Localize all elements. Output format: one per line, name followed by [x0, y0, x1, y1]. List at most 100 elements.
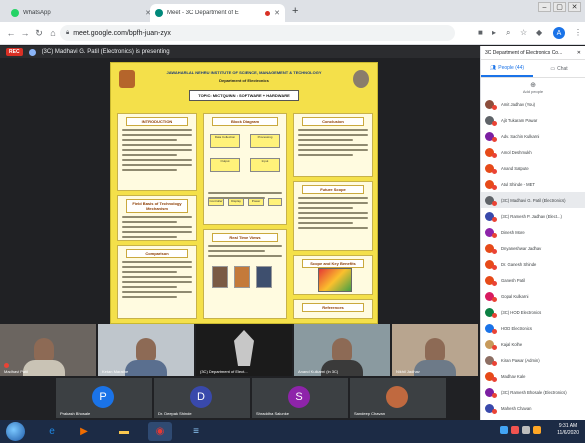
participant-name: (3C) Madhavi G. Patil (Electronics) — [501, 197, 566, 203]
participant-name: Shraddha Salunke — [256, 411, 289, 416]
participant-tile[interactable]: Sandeep Chavan — [350, 378, 446, 418]
participant-list-item[interactable]: (3C) Ramesh P. Jadhav (Elect...) — [481, 208, 585, 224]
participant-list-item[interactable]: (3C) Madhavi G. Patil (Electronics) — [481, 192, 585, 208]
participant-list-item[interactable]: Adv. Sachin Kulkarni — [481, 128, 585, 144]
antivirus-icon[interactable] — [511, 426, 519, 434]
add-people-button[interactable]: ⊕ Add people — [481, 78, 585, 96]
participant-name: Amit Jadhav (You) — [501, 101, 536, 107]
profile-avatar[interactable]: A — [553, 27, 565, 39]
participant-name: Anand Kulkarni (in 3C) — [298, 369, 339, 374]
participant-list-item[interactable]: Dr. Ganesh Shinde — [481, 256, 585, 272]
mic-off-icon — [492, 296, 497, 302]
star-icon[interactable]: ☆ — [520, 28, 527, 37]
participant-tile[interactable]: (3C) Department of Elect... — [196, 324, 292, 376]
participant-list-item[interactable]: Anand Satpute — [481, 160, 585, 176]
participant-tile[interactable]: Nikhil Jadhav — [392, 324, 478, 376]
participant-name: Kiran Pawar (Admin) — [501, 357, 540, 363]
folder-icon[interactable]: ▬ — [112, 422, 136, 441]
mic-off-icon — [492, 328, 497, 334]
participant-name: Kajal Kolhe — [501, 341, 523, 347]
rec-badge: REC — [6, 48, 23, 56]
chrome-icon[interactable]: ◉ — [148, 422, 172, 441]
participant-list-item[interactable]: Kiran Pawar (Admin) — [481, 352, 585, 368]
start-button[interactable] — [6, 422, 25, 441]
volume-icon[interactable] — [522, 426, 530, 434]
close-icon[interactable]: ✕ — [274, 9, 280, 17]
benefits-image — [318, 268, 352, 292]
participant-name: (3C) HOD Electronics — [501, 309, 542, 315]
participant-list-item[interactable]: (3C) HOD Electronics — [481, 304, 585, 320]
camera-icon[interactable]: ■ — [478, 28, 483, 37]
tab-chat[interactable]: ▭ Chat — [533, 60, 585, 77]
meet-icon — [155, 9, 163, 17]
mic-off-icon — [492, 184, 497, 190]
ie-icon[interactable]: e — [40, 422, 64, 441]
flow-box — [268, 198, 282, 206]
flow-box: Display — [228, 198, 244, 206]
panel-title: Future Scope — [301, 185, 365, 194]
participant-name: Dnyaneshwar Jadhav — [501, 245, 542, 251]
forward-arrow-icon[interactable]: → — [18, 28, 32, 38]
participant-initial: S — [288, 386, 310, 408]
participant-tile[interactable]: Madhavi Patil — [0, 324, 96, 376]
back-arrow-icon[interactable]: ← — [4, 28, 18, 38]
reload-icon[interactable]: ↻ — [32, 28, 46, 39]
participant-list-item[interactable]: Amit Jadhav (You) — [481, 96, 585, 112]
flag-icon[interactable] — [533, 426, 541, 434]
slide-department: Department of Electronics — [219, 78, 269, 83]
url-input[interactable]: 🔒︎ meet.google.com/bpfh-juan-zyx — [60, 25, 455, 41]
participant-name: Prakash Bhosale — [60, 411, 91, 416]
tab-meet[interactable]: Meet - 3C Department of E ✕ — [150, 4, 285, 22]
add-person-icon: ⊕ — [530, 81, 536, 89]
clock-date: 11/6/2020 — [557, 430, 579, 436]
network-icon[interactable] — [500, 426, 508, 434]
minimize-button[interactable]: – — [538, 2, 551, 12]
participant-list-item[interactable]: Mahesh Chavan — [481, 400, 585, 416]
participant-list-item[interactable]: (3C) Ramesh Bhosale (Electronics) — [481, 384, 585, 400]
participant-list-item[interactable]: Dinesh More — [481, 224, 585, 240]
participant-tile[interactable]: Ketan Marathe — [98, 324, 194, 376]
extension-icon[interactable]: ◆ — [536, 28, 542, 37]
participant-tile[interactable]: D Dr. Deepak Shinde — [154, 378, 250, 418]
mic-off-icon — [492, 376, 497, 382]
notepad-icon[interactable]: ≡ — [184, 422, 208, 441]
clock-time: 9:31 AM — [558, 423, 578, 429]
participant-tile[interactable]: S Shraddha Salunke — [252, 378, 348, 418]
participant-list-item[interactable]: Kajal Kolhe — [481, 336, 585, 352]
participant-tile[interactable]: Anand Kulkarni (in 3C) — [294, 324, 390, 376]
participant-list-item[interactable]: Dnyaneshwar Jadhav — [481, 240, 585, 256]
participant-list-item[interactable]: Amol Deshmukh — [481, 144, 585, 160]
tab-people[interactable]: 👥︎ People (44) — [481, 60, 533, 77]
participant-name: Gopal Kulkarni — [501, 293, 529, 299]
media-player-icon[interactable]: ▶ — [72, 422, 96, 441]
mic-off-icon — [492, 280, 497, 286]
participant-list-item[interactable]: Ganesh Patil — [481, 272, 585, 288]
participant-name: Adv. Sachin Kulkarni — [501, 133, 540, 139]
clock[interactable]: 9:31 AM 11/6/2020 — [557, 423, 579, 437]
panel-title: INTRODUCTION — [125, 117, 189, 126]
home-icon[interactable]: ⌂ — [46, 28, 60, 38]
participant-tile[interactable]: P Prakash Bhosale — [56, 378, 152, 418]
close-icon[interactable]: ✕ — [577, 50, 581, 56]
panel-real-time-views: Real Time Views — [203, 229, 287, 319]
tab-whatsapp[interactable]: WhatsApp ✕ — [6, 4, 156, 22]
maximize-button[interactable]: ▢ — [553, 2, 566, 12]
plus-icon[interactable]: + — [292, 5, 298, 17]
participant-list-item[interactable]: Madhav Kale — [481, 368, 585, 384]
zoom-icon[interactable]: ⌕ — [506, 28, 510, 38]
participant-list-item[interactable]: Atul Shinde - MET — [481, 176, 585, 192]
recording-dot-icon — [265, 10, 271, 16]
panel-title: References — [301, 303, 365, 312]
close-window-button[interactable]: ✕ — [568, 2, 581, 12]
participant-name: Sandeep Chavan — [354, 411, 385, 416]
media-icon[interactable]: ▸ — [492, 28, 496, 37]
participant-list-item[interactable]: Gopal Kulkarni — [481, 288, 585, 304]
mic-off-icon — [492, 152, 497, 158]
participant-name: Nikhil Jadhav — [396, 369, 420, 374]
participant-list-item[interactable]: HOD Electronics — [481, 320, 585, 336]
menu-dots-icon[interactable]: ⋮ — [574, 28, 582, 37]
tab-title: Meet - 3C Department of E — [167, 10, 239, 16]
panel-title: Block Diagram — [212, 117, 278, 126]
people-icon: 👥︎ — [489, 64, 497, 71]
participant-list-item[interactable]: Ajit Tukaram Pawar — [481, 112, 585, 128]
